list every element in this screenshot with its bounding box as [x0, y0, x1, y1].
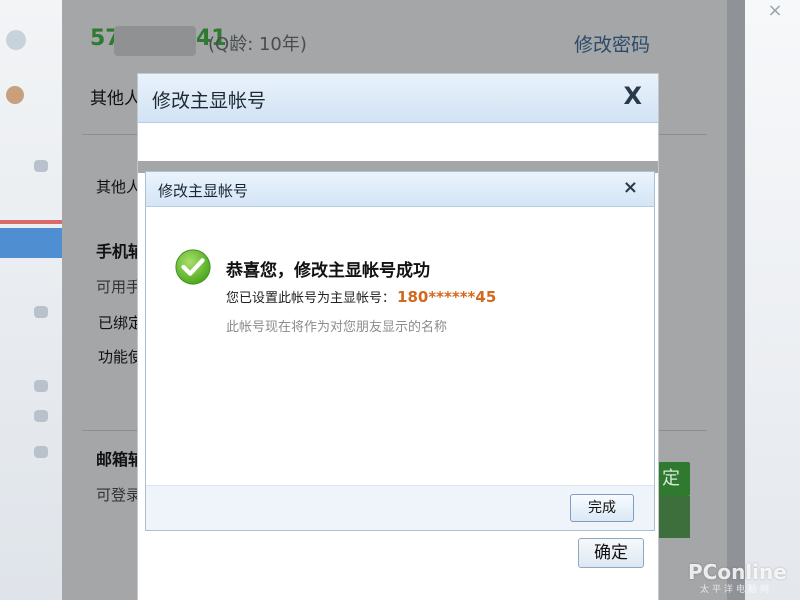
bound-label: 已绑定 [98, 314, 144, 332]
phone-desc: 可用手 [96, 278, 142, 296]
masked-account: 180******45 [397, 288, 497, 306]
dialog-title: 修改主显帐号 [158, 182, 249, 200]
account-number-mask [114, 26, 196, 56]
dialog-footer: 完成 [146, 485, 654, 530]
dialog-title: 修改主显帐号 [152, 90, 267, 112]
dialog-content [138, 123, 658, 161]
close-icon[interactable]: × [623, 177, 638, 198]
background-sidebar [0, 0, 62, 600]
change-primary-account-success-dialog: 修改主显帐号 × 恭喜您，修改主显帐号成功 您已设置此帐号为主显帐号： 180**… [146, 172, 654, 530]
account-info-prefix: 您已设置此帐号为主显帐号： [226, 291, 396, 306]
email-desc: 可登录 [96, 486, 142, 504]
dialog-titlebar: 修改主显帐号 X [138, 74, 658, 123]
display-name-note: 此帐号现在将作为对您朋友显示的名称 [226, 320, 448, 335]
done-button[interactable]: 完成 [570, 494, 634, 522]
change-password-link[interactable]: 修改密码 [574, 30, 650, 57]
others-row-label: 其他人 [90, 89, 141, 109]
window-close-icon[interactable]: × [760, 0, 790, 21]
email-section-title: 邮箱辅 [96, 450, 145, 469]
pconline-watermark: PConline [688, 560, 787, 584]
background-right [745, 0, 800, 600]
q-age: (Q龄: 10年) [208, 34, 307, 55]
confirm-button[interactable]: 确定 [578, 538, 644, 568]
dialog-titlebar: 修改主显帐号 × [146, 172, 654, 207]
pconline-watermark-sub: 太平洋电脑网 [700, 585, 773, 595]
function-label: 功能使 [98, 348, 144, 366]
window-edge [727, 0, 745, 600]
close-icon[interactable]: X [623, 82, 642, 110]
success-check-icon [175, 249, 211, 285]
phone-section-title: 手机辅 [96, 242, 145, 261]
account-info-line: 您已设置此帐号为主显帐号： 180******45 [226, 287, 496, 306]
others-row-label-2: 其他人 [96, 178, 142, 196]
success-message: 恭喜您，修改主显帐号成功 [226, 261, 430, 281]
